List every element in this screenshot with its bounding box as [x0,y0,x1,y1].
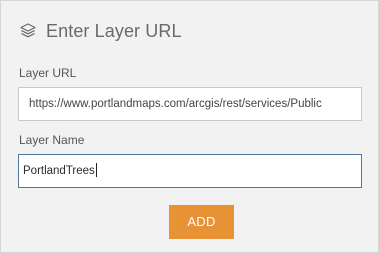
layer-name-value: PortlandTrees [23,165,95,177]
add-button[interactable]: ADD [169,205,234,239]
panel-title: Enter Layer URL [46,20,182,41]
text-cursor [95,162,97,177]
layer-name-input[interactable]: PortlandTrees [18,154,362,188]
layer-name-label: Layer Name [19,133,85,147]
layer-url-input[interactable]: https://www.portlandmaps.com/arcgis/rest… [18,87,362,121]
panel-header: Enter Layer URL [19,19,182,43]
add-layer-panel: Enter Layer URL Layer URL https://www.po… [0,0,379,253]
layer-url-label: Layer URL [19,66,77,80]
layers-icon [19,22,37,40]
